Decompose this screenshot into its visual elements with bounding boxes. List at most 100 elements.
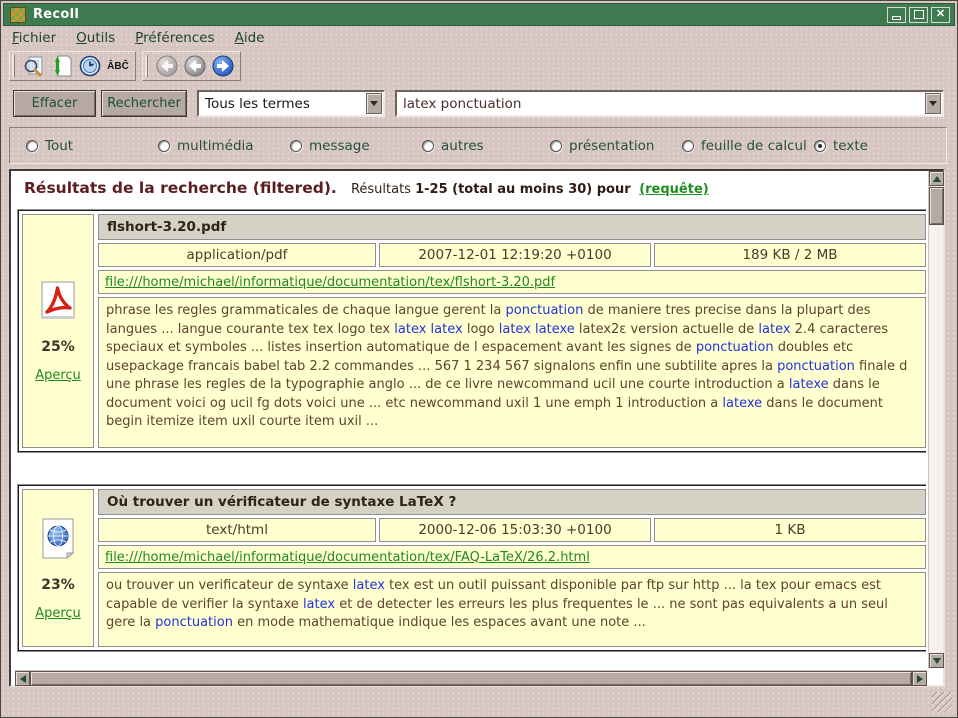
radio-label: Tout [45,138,73,154]
results-count: Résultats 1-25 (total au moins 30) pour … [351,182,709,197]
highlighted-term: ponctuation [155,615,233,630]
back-button[interactable] [182,53,208,79]
search-mode-select[interactable]: Tous les termes [197,90,385,117]
radio-feuille-de-calcul[interactable]: feuille de calcul [682,138,807,154]
radio-icon[interactable] [26,140,38,152]
minimize-button[interactable] [887,7,906,23]
radio-message[interactable]: message [290,138,370,154]
result-main: Où trouver un vérificateur de syntaxe La… [98,489,926,647]
result-meta-row: text/html 2000-12-06 15:03:30 +0100 1 KB [98,518,926,542]
highlighted-term: latexe [722,396,762,411]
scroll-up-button[interactable] [929,171,944,186]
horizontal-scrollbar[interactable] [15,670,927,685]
html-file-icon [38,516,78,564]
minimize-icon [892,16,901,20]
results-list: 25% Aperçu flshort-3.20.pdf application/… [17,210,926,651]
close-icon: ✕ [936,9,945,20]
scroll-right-button[interactable] [912,671,927,686]
pdf-file-icon [39,280,77,326]
toolbar-group-tools: ÂBĈ [9,51,136,81]
search-input[interactable]: latex ponctuation [395,90,944,117]
result-url-link[interactable]: file:///home/michael/informatique/docume… [105,275,555,290]
search-mode-dropdown-button[interactable] [366,93,382,114]
radio-icon[interactable] [422,140,434,152]
search-query-value: latex ponctuation [403,96,521,112]
highlighted-term: ponctuation [696,340,774,355]
vertical-scrollbar[interactable] [928,171,943,668]
radio-icon[interactable] [290,140,302,152]
toolbar-handle[interactable] [12,55,15,77]
result-date: 2007-12-01 12:19:20 +0100 [379,243,651,267]
radio-multime-dia[interactable]: multimédia [158,138,254,154]
toolbar-handle[interactable] [145,55,148,77]
radio-autres[interactable]: autres [422,138,484,154]
radio-label: multimédia [177,138,254,154]
result-url-link[interactable]: file:///home/michael/informatique/docume… [105,550,590,565]
right-arrow-icon [917,675,923,683]
resize-grip[interactable] [932,692,952,712]
radio-texte[interactable]: texte [814,138,868,154]
highlighted-term: latex [303,597,335,612]
term-explorer-button[interactable]: ÂBĈ [105,53,131,79]
radio-icon[interactable] [550,140,562,152]
result-main: flshort-3.20.pdf application/pdf 2007-12… [98,214,926,448]
close-button[interactable]: ✕ [931,7,950,23]
down-arrow-icon [933,658,941,664]
forward-button[interactable] [210,53,236,79]
result-meta-row: application/pdf 2007-12-01 12:19:20 +010… [98,243,926,267]
back-arrow-icon [183,54,207,78]
highlighted-term: latex [353,578,385,593]
window-title: Recoll [33,7,79,22]
document-history-button[interactable] [77,53,103,79]
term-explorer-icon: ÂBĈ [107,61,129,72]
left-arrow-icon [20,675,26,683]
forward-arrow-icon [211,54,235,78]
maximize-button[interactable] [909,7,928,23]
scroll-down-button[interactable] [929,653,944,668]
sort-parameters-button[interactable] [49,53,75,79]
radio-icon[interactable] [682,140,694,152]
first-back-button[interactable] [154,53,180,79]
preview-link[interactable]: Aperçu [35,606,81,621]
vertical-scroll-thumb[interactable] [929,187,944,225]
window-controls: ✕ [887,7,950,23]
radio-pre-sentation[interactable]: présentation [550,138,654,154]
radio-tout[interactable]: Tout [26,138,73,154]
query-link[interactable]: (requête) [639,182,709,197]
chevron-down-icon [929,101,937,106]
result-title: flshort-3.20.pdf [98,214,926,240]
results-pane: Résultats de la recherche (filtered). Ré… [9,169,945,687]
menu-aide[interactable]: Aide [235,30,265,46]
highlighted-term: latexe [789,377,829,392]
recoll-app-icon [10,7,26,23]
result-title: Où trouver un vérificateur de syntaxe La… [98,489,926,515]
advanced-search-button[interactable] [21,53,47,79]
relevance-percent: 23% [41,577,75,593]
radio-label: texte [833,138,868,154]
highlighted-term: ponctuation [777,359,855,374]
clear-button[interactable]: Effacer [13,90,96,117]
horizontal-scroll-thumb[interactable] [30,671,912,686]
preview-link[interactable]: Aperçu [35,368,81,383]
radio-selected-icon[interactable] [814,140,826,152]
radio-icon[interactable] [158,140,170,152]
menu-fichier[interactable]: Fichier [12,30,56,46]
filter-bar: Tout multimédia message autres présentation f… [9,127,947,164]
back-arrow-icon [155,54,179,78]
titlebar[interactable]: Recoll ✕ [3,3,955,26]
search-row: Effacer Rechercher Tous les termes latex… [13,90,944,117]
result-mime-type: text/html [98,518,376,542]
result-snippet: phrase les regles grammaticales de chaqu… [98,297,926,448]
menu-preferences[interactable]: Préférences [135,30,214,46]
result-snippet: ou trouver un verificateur de syntaxe la… [98,572,926,647]
result-url-row: file:///home/michael/informatique/docume… [98,270,926,294]
search-history-dropdown-button[interactable] [925,93,941,114]
search-button[interactable]: Rechercher [101,90,187,117]
result-mime-type: application/pdf [98,243,376,267]
scroll-left-button[interactable] [15,671,30,686]
highlighted-term: latex [758,322,790,337]
document-history-icon [78,54,102,78]
radio-label: feuille de calcul [701,138,807,154]
result-size: 189 KB / 2 MB [654,243,926,267]
menu-outils[interactable]: Outils [76,30,115,46]
